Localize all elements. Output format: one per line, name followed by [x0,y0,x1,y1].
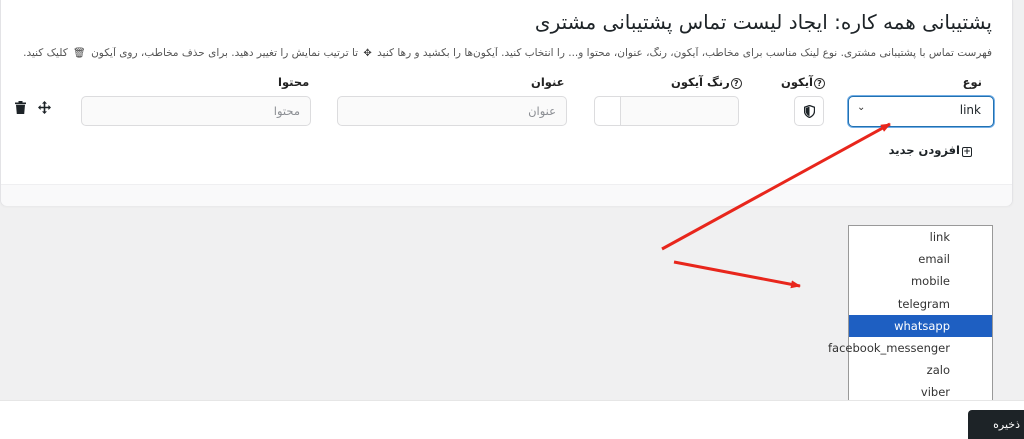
annotation-arrows [661,122,891,289]
annotation-arrow-to-select [661,122,891,251]
annotation-arrow-to-dropdown [673,260,801,289]
